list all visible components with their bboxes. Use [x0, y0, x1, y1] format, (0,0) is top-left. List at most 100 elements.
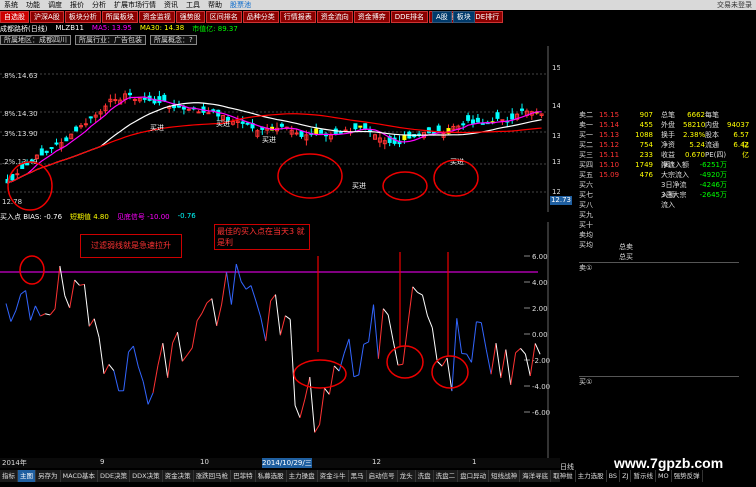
indicator-tab[interactable]: ZJ [620, 470, 632, 482]
indicator-tab[interactable]: 资金决策 [163, 470, 194, 482]
indicator-tab[interactable]: MO [656, 470, 672, 482]
bias-segment [392, 340, 399, 366]
menu-status[interactable]: 股票池 [226, 0, 255, 10]
indicator-tab[interactable]: 短线战神 [489, 470, 521, 482]
indicator-tab[interactable]: 黑马 [349, 470, 367, 482]
toolbar-tab[interactable]: 所属板块 [101, 11, 138, 23]
toolbar-tab[interactable]: 资金监视 [138, 11, 175, 23]
toolbar-tab[interactable]: 资金博弈 [353, 11, 390, 23]
candle-body [343, 129, 348, 132]
orderbook-row: 卖二 15.15 907 [579, 110, 659, 120]
indicator-tab[interactable]: DDE决策 [98, 470, 131, 482]
orderbook-label: 买十 [579, 221, 593, 229]
menu-system[interactable]: 系统 [0, 0, 22, 10]
toolbar-tab[interactable]: 自选股 [0, 11, 29, 23]
stat-value: 6662 [687, 111, 705, 119]
menu-ext-market[interactable]: 扩展市场行情 [110, 0, 160, 10]
stat-key: 流通 [705, 141, 719, 149]
bias-segment [221, 271, 227, 305]
concept-tag[interactable]: 所属概念：? [150, 35, 197, 45]
bias-segment [476, 321, 482, 324]
indicator-tab[interactable]: 主力操盘 [287, 470, 318, 482]
stat-key: 大宗流入 [661, 171, 689, 179]
indicator-tab[interactable]: 涨跌回马枪 [194, 470, 232, 482]
menu-schedule[interactable]: 调度 [44, 0, 66, 10]
bias-segment [128, 345, 134, 353]
toolbar-tab[interactable]: 沪深A股 [30, 11, 64, 23]
indicator-tab[interactable]: 海洋寻底 [520, 470, 552, 482]
indicator-tab[interactable]: 启动信号 [367, 470, 398, 482]
buy-marker: 买进 [450, 158, 464, 166]
bias-segment [436, 360, 443, 367]
region-tag[interactable]: 所属地区：成都四川 [0, 35, 71, 45]
toolbar-tab[interactable]: 强势股 [175, 11, 205, 23]
bias-segment [471, 321, 477, 363]
toolbar-tab[interactable]: 品种分类 [242, 11, 279, 23]
indicator-tab[interactable]: 洗盘 [416, 470, 434, 482]
indicator-l3: -0.76 [177, 212, 196, 220]
toolbar-right: A股 板块 [432, 11, 572, 23]
chart-info-row: 成都路桥(日线) MLZB11 MA5: 13.95 MA30: 14.38 市… [0, 24, 560, 35]
indicator-tab[interactable]: 龙头 [398, 470, 416, 482]
stat-key: 股本 [705, 131, 719, 139]
indicator-tab[interactable]: 另存为 [36, 470, 61, 482]
toolbar-right-tab[interactable]: 板块 [452, 11, 475, 23]
indicator-axis-label: 4.00 [532, 279, 548, 287]
indicator-tab[interactable]: 洗盘二 [434, 470, 459, 482]
indicator-highlight-ellipse [431, 355, 469, 389]
bias-segment [265, 300, 272, 342]
bias-segment [324, 387, 330, 395]
bias-segment [285, 315, 291, 320]
bias-segment [15, 294, 22, 311]
menu-quote[interactable]: 报价 [66, 0, 88, 10]
bias-segment [235, 263, 242, 282]
orderbook-price: 15.10 [599, 161, 620, 169]
toolbar-tab[interactable]: 资金流向 [316, 11, 353, 23]
menu-analysis[interactable]: 分析 [88, 0, 110, 10]
menu-tools[interactable]: 工具 [182, 0, 204, 10]
toolbar-tab[interactable]: 行情报表 [279, 11, 316, 23]
bias-segment [456, 318, 463, 354]
bias-segment [294, 405, 301, 418]
menu-function[interactable]: 功能 [22, 0, 44, 10]
indicator-tab[interactable]: 私募选股 [256, 470, 287, 482]
indicator-tab[interactable]: 强势反弹 [672, 470, 703, 482]
bias-segment [534, 343, 541, 355]
period-label[interactable]: 日线 [560, 462, 578, 472]
indicator-tab[interactable]: BS [607, 470, 621, 482]
candle-body [181, 106, 186, 110]
price-scale-label: 13.49 [552, 158, 560, 166]
toolbar-right-tab[interactable]: A股 [432, 11, 452, 23]
indicator-tab[interactable]: 巴菲特 [231, 470, 256, 482]
bias-segment [5, 303, 12, 322]
bias-segment [206, 298, 213, 304]
indicator-tab[interactable]: DDX决策 [130, 470, 163, 482]
bias-segment [289, 319, 296, 406]
indicator-tab[interactable]: 主图 [18, 470, 36, 482]
current-price-tag: 12.73 [550, 196, 572, 205]
indicator-tab[interactable]: 资金斗牛 [318, 470, 349, 482]
bias-segment [113, 370, 120, 392]
indicator-tab[interactable]: 盘口异动 [458, 470, 490, 482]
toolbar-tab[interactable]: DDE排名 [390, 11, 428, 23]
candlestick-chart[interactable]: .8%.14.63.8%.14.30.3%.13.90.2%.13.4912.7… [0, 46, 560, 212]
indicator-tab[interactable]: MACD基本 [61, 470, 98, 482]
menu-info[interactable]: 资讯 [160, 0, 182, 10]
industry-tag[interactable]: 所属行业：广告包装 [75, 35, 146, 45]
bias-segment [45, 313, 51, 316]
bias-segment [69, 279, 76, 309]
orderbook-price [599, 180, 627, 190]
bias-segment [524, 353, 531, 377]
indicator-tab[interactable]: 主力选股 [576, 470, 607, 482]
menu-help[interactable]: 帮助 [204, 0, 226, 10]
login-status[interactable]: 交易未登录 [713, 0, 756, 10]
price-axis-label: .3%.13.90 [2, 130, 38, 138]
indicator-tab[interactable]: 指标 [0, 470, 18, 482]
candle-body [186, 108, 191, 111]
toolbar-tab[interactable]: 区间排名 [205, 11, 242, 23]
price-axis-label: .8%.14.30 [2, 110, 38, 118]
indicator-tab[interactable]: 暂示线 [631, 470, 656, 482]
stat-value: -4246万 [699, 181, 727, 189]
toolbar-tab[interactable]: 板块分析 [64, 11, 101, 23]
indicator-name: MLZB11 [55, 24, 84, 32]
